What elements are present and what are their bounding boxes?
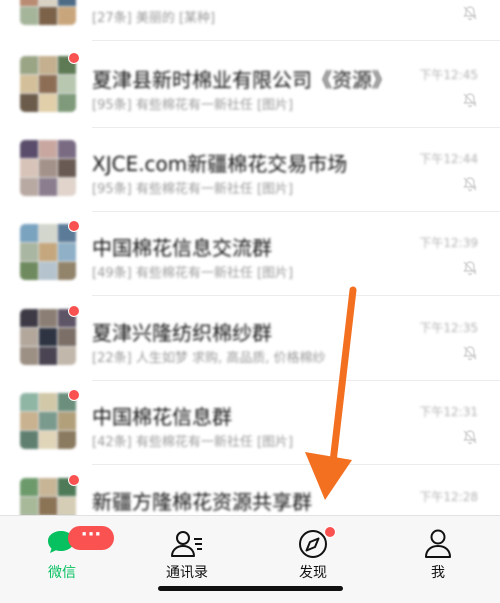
chat-preview: [95条] 有些棉花有一新社任 [图片] — [92, 182, 294, 197]
chat-title: 新疆方隆棉花资源共享群 — [92, 490, 312, 514]
tab-me[interactable]: 我 — [388, 522, 488, 588]
chat-preview: [95条] 有些棉花有一新社任 [图片] — [92, 98, 294, 113]
home-indicator — [158, 586, 343, 591]
group-avatar — [20, 140, 76, 196]
contacts-icon — [171, 531, 202, 557]
mute-bell-icon — [463, 261, 477, 276]
tab-label: 通讯录 — [166, 565, 208, 581]
group-avatar — [20, 478, 76, 515]
chat-time: 下午12:31 — [419, 405, 478, 419]
chat-preview: [22条] 人生如梦 求购, 高品质, 价格棉纱 — [92, 351, 326, 366]
unread-dot — [68, 305, 80, 317]
unread-dot — [68, 474, 80, 486]
person-icon — [425, 529, 451, 558]
tab-contacts[interactable]: 通讯录 — [137, 522, 237, 588]
tab-weixin[interactable]: ··· 微信 — [12, 522, 114, 588]
mute-bell-icon — [463, 177, 477, 192]
mute-bell-icon — [463, 346, 477, 361]
mute-bell-icon — [463, 430, 477, 445]
chat-time: 下午12:39 — [419, 236, 478, 250]
chat-preview: [42条] 有些棉花有一新社任 [图片] — [92, 435, 294, 450]
chat-row[interactable]: XJCE.com新疆棉花交易市场 [95条] 有些棉花有一新社任 [图片] 下午… — [0, 128, 500, 212]
discover-new-dot — [324, 526, 336, 538]
unread-dot — [68, 220, 80, 232]
chat-row[interactable]: 夏津县新时棉业有限公司《资源》 [95条] 有些棉花有一新社任 [图片] 下午1… — [0, 44, 500, 128]
unread-dot — [68, 52, 80, 64]
chat-title: 夏津县新时棉业有限公司《资源》 — [92, 68, 392, 92]
tab-label: 微信 — [48, 565, 76, 581]
chat-time: 下午12:35 — [419, 321, 478, 335]
group-avatar — [20, 393, 76, 449]
group-avatar — [20, 224, 76, 280]
chat-row[interactable]: [27条] 美丽的 [某种] — [0, 0, 500, 41]
chat-preview: [49条] 有些棉花有一新社任 [图片] — [92, 266, 294, 281]
chat-list: [27条] 美丽的 [某种] 夏津县新时棉业有限公司《资源》 [95条] 有些棉… — [0, 0, 500, 515]
chat-title: 夏津兴隆纺织棉纱群 — [92, 321, 272, 345]
group-avatar — [20, 309, 76, 365]
unread-dot — [68, 389, 80, 401]
unread-badge: ··· — [68, 526, 114, 550]
chat-time: 下午12:45 — [419, 68, 478, 82]
tab-label: 发现 — [299, 565, 327, 581]
chat-title: XJCE.com新疆棉花交易市场 — [92, 152, 348, 176]
chat-row[interactable]: 中国棉花信息群 [42条] 有些棉花有一新社任 [图片] 下午12:31 — [0, 381, 500, 465]
chat-row[interactable]: 夏津兴隆纺织棉纱群 [22条] 人生如梦 求购, 高品质, 价格棉纱 下午12:… — [0, 297, 500, 381]
chat-title: 中国棉花信息交流群 — [92, 236, 272, 260]
chat-title: 中国棉花信息群 — [92, 405, 232, 429]
chat-time: 下午12:44 — [419, 152, 478, 166]
mute-bell-icon — [463, 93, 477, 108]
chat-time: 下午12:28 — [419, 490, 478, 504]
tab-label: 我 — [431, 565, 445, 581]
tab-discover[interactable]: 发现 — [263, 522, 363, 588]
chat-row[interactable]: 新疆方隆棉花资源共享群 下午12:28 — [0, 466, 500, 515]
mute-bell-icon — [463, 6, 477, 21]
group-avatar — [20, 0, 76, 25]
chat-preview: [27条] 美丽的 [某种] — [92, 11, 216, 26]
chat-row[interactable]: 中国棉花信息交流群 [49条] 有些棉花有一新社任 [图片] 下午12:39 — [0, 212, 500, 296]
group-avatar — [20, 56, 76, 112]
